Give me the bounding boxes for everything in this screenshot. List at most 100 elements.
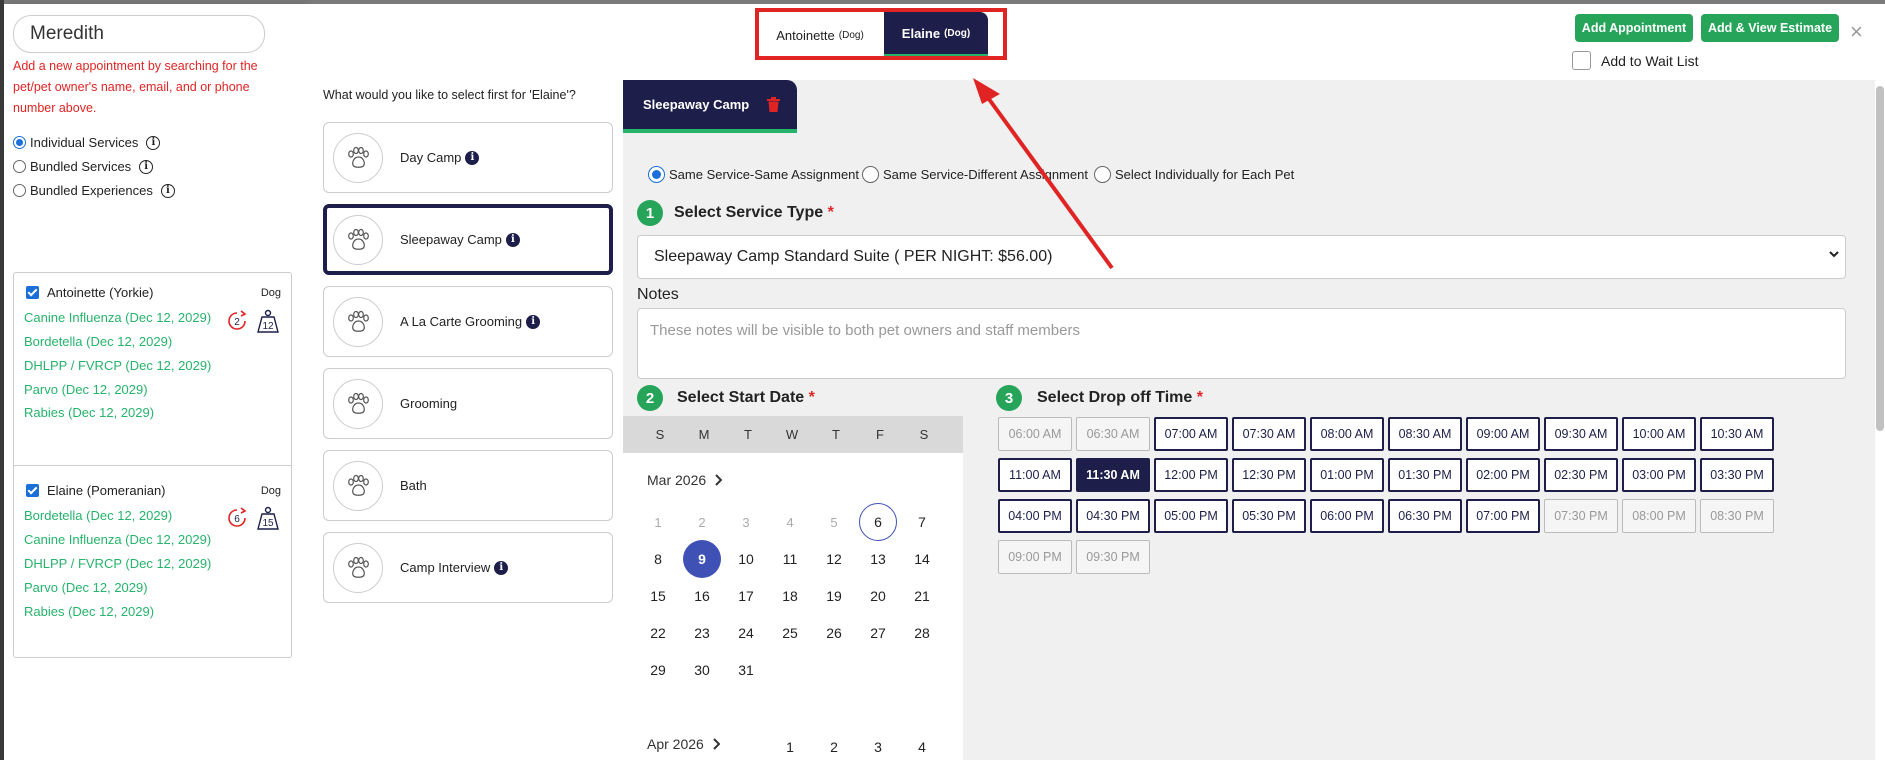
radio-indicator[interactable] — [862, 166, 879, 183]
info-icon[interactable]: i — [505, 232, 520, 247]
time-slot-button[interactable]: 02:00 PM — [1466, 458, 1540, 492]
time-slot-button[interactable]: 07:30 AM — [1232, 417, 1306, 451]
add-view-estimate-button[interactable]: Add & View Estimate — [1701, 14, 1839, 42]
radio-indicator[interactable] — [648, 166, 665, 183]
time-slot-button[interactable]: 06:30 PM — [1388, 499, 1462, 533]
radio-indicator[interactable] — [13, 160, 26, 173]
time-slot-button[interactable]: 04:00 PM — [998, 499, 1072, 533]
radio-bundled-services[interactable]: Bundled Services i — [13, 159, 154, 174]
calendar-day[interactable]: 12 — [815, 540, 853, 578]
calendar-day[interactable]: 23 — [683, 614, 721, 652]
calendar-day[interactable]: 17 — [727, 577, 765, 615]
radio-indicator[interactable] — [1094, 166, 1111, 183]
time-slot-button[interactable]: 07:00 PM — [1466, 499, 1540, 533]
service-card-bath[interactable]: Bath — [323, 450, 613, 521]
time-slot-button[interactable]: 12:30 PM — [1232, 458, 1306, 492]
month-label-apr[interactable]: Apr 2026 — [647, 736, 720, 752]
calendar-day[interactable]: 6 — [859, 503, 897, 541]
info-icon[interactable]: i — [139, 159, 154, 174]
owner-search-input[interactable] — [13, 15, 265, 53]
trash-icon[interactable] — [767, 97, 781, 112]
time-slot-button[interactable]: 01:00 PM — [1310, 458, 1384, 492]
calendar-day[interactable]: 11 — [771, 540, 809, 578]
calendar-day[interactable]: 26 — [815, 614, 853, 652]
calendar-day[interactable]: 31 — [727, 651, 765, 689]
calendar-day[interactable]: 18 — [771, 577, 809, 615]
service-type-select[interactable]: Sleepaway Camp Standard Suite ( PER NIGH… — [637, 235, 1846, 279]
calendar-day[interactable]: 2 — [815, 728, 853, 760]
info-icon[interactable]: i — [494, 560, 509, 575]
service-card-grooming[interactable]: Grooming — [323, 368, 613, 439]
pet-checkbox[interactable] — [26, 286, 39, 299]
calendar-day[interactable]: 9 — [683, 540, 721, 578]
time-slot-button[interactable]: 04:30 PM — [1076, 499, 1150, 533]
scrollbar-thumb[interactable] — [1876, 86, 1884, 431]
info-icon[interactable]: i — [146, 135, 161, 150]
time-slot-button[interactable]: 07:00 AM — [1154, 417, 1228, 451]
pet-checkbox[interactable] — [26, 484, 39, 497]
month-label-mar[interactable]: Mar 2026 — [647, 472, 723, 488]
calendar-day[interactable]: 28 — [903, 614, 941, 652]
calendar-day[interactable]: 4 — [903, 728, 941, 760]
selected-service-tab[interactable]: Sleepaway Camp — [623, 80, 797, 133]
time-slot-button[interactable]: 10:00 AM — [1622, 417, 1696, 451]
radio-indicator[interactable] — [13, 184, 26, 197]
radio-same-different[interactable]: Same Service-Different Assignment — [862, 166, 1088, 183]
add-appointment-button[interactable]: Add Appointment — [1575, 14, 1693, 42]
chevron-right-icon[interactable] — [714, 474, 723, 486]
calendar-day[interactable]: 19 — [815, 577, 853, 615]
calendar-day[interactable]: 14 — [903, 540, 941, 578]
info-icon[interactable]: i — [160, 183, 175, 198]
chevron-right-icon[interactable] — [712, 738, 720, 750]
notes-textarea[interactable]: These notes will be visible to both pet … — [637, 308, 1846, 379]
calendar-day[interactable]: 3 — [859, 728, 897, 760]
time-slot-button[interactable]: 11:00 AM — [998, 458, 1072, 492]
calendar-day[interactable]: 22 — [639, 614, 677, 652]
service-card-day-camp[interactable]: Day Camp i — [323, 122, 613, 193]
time-slot-button[interactable]: 08:00 AM — [1310, 417, 1384, 451]
wait-list-checkbox[interactable] — [1572, 51, 1591, 70]
calendar-day[interactable]: 24 — [727, 614, 765, 652]
calendar-day[interactable]: 16 — [683, 577, 721, 615]
service-card-sleepaway-camp[interactable]: Sleepaway Camp i — [323, 204, 613, 275]
service-card-a-la-carte-grooming[interactable]: A La Carte Grooming i — [323, 286, 613, 357]
radio-bundled-experiences[interactable]: Bundled Experiences i — [13, 183, 175, 198]
calendar-day[interactable]: 21 — [903, 577, 941, 615]
time-slot-button[interactable]: 09:00 AM — [1466, 417, 1540, 451]
close-icon[interactable]: × — [1850, 19, 1863, 45]
radio-individually[interactable]: Select Individually for Each Pet — [1094, 166, 1294, 183]
refresh-count-icon[interactable]: 6 — [226, 507, 248, 529]
time-slot-button[interactable]: 05:00 PM — [1154, 499, 1228, 533]
calendar-day[interactable]: 1 — [771, 728, 809, 760]
calendar-day[interactable]: 25 — [771, 614, 809, 652]
info-icon[interactable]: i — [526, 314, 541, 329]
calendar-day[interactable]: 29 — [639, 651, 677, 689]
calendar-day[interactable]: 1 — [639, 503, 677, 541]
calendar-day[interactable]: 15 — [639, 577, 677, 615]
time-slot-button[interactable]: 09:30 AM — [1544, 417, 1618, 451]
time-slot-button[interactable]: 02:30 PM — [1544, 458, 1618, 492]
calendar-day[interactable]: 5 — [815, 503, 853, 541]
radio-same-same[interactable]: Same Service-Same Assignment — [648, 166, 859, 183]
time-slot-button[interactable]: 05:30 PM — [1232, 499, 1306, 533]
time-slot-button[interactable]: 03:30 PM — [1700, 458, 1774, 492]
calendar-day[interactable]: 20 — [859, 577, 897, 615]
wait-list-option[interactable]: Add to Wait List — [1572, 51, 1699, 70]
time-slot-button[interactable]: 06:00 PM — [1310, 499, 1384, 533]
radio-individual-services[interactable]: Individual Services i — [13, 135, 161, 150]
calendar-day[interactable]: 8 — [639, 540, 677, 578]
calendar-day[interactable]: 30 — [683, 651, 721, 689]
info-icon[interactable]: i — [465, 150, 480, 165]
time-slot-button[interactable]: 10:30 AM — [1700, 417, 1774, 451]
radio-indicator[interactable] — [13, 136, 26, 149]
refresh-count-icon[interactable]: 2 — [226, 310, 248, 332]
calendar-day[interactable]: 13 — [859, 540, 897, 578]
calendar-day[interactable]: 4 — [771, 503, 809, 541]
calendar-day[interactable]: 2 — [683, 503, 721, 541]
calendar-day[interactable]: 7 — [903, 503, 941, 541]
time-slot-button[interactable]: 03:00 PM — [1622, 458, 1696, 492]
calendar-day[interactable]: 10 — [727, 540, 765, 578]
time-slot-button[interactable]: 08:30 AM — [1388, 417, 1462, 451]
time-slot-button[interactable]: 11:30 AM — [1076, 458, 1150, 492]
time-slot-button[interactable]: 01:30 PM — [1388, 458, 1462, 492]
